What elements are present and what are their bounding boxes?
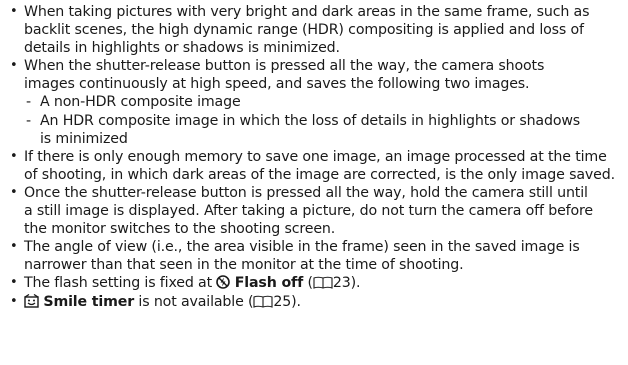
text-line: a still image is displayed. After taking… bbox=[24, 203, 593, 220]
bullet-marker: • bbox=[10, 275, 18, 291]
text-line: the monitor switches to the shooting scr… bbox=[24, 221, 336, 238]
text-line: Once the shutter-release button is press… bbox=[24, 184, 588, 201]
text-line: images continuously at high speed, and s… bbox=[24, 76, 530, 93]
text-segment: ). bbox=[291, 293, 301, 310]
flash-off-label: Flash off bbox=[234, 275, 304, 292]
dash-marker: - bbox=[26, 94, 31, 111]
sub-item-non-hdr: - A non-HDR composite image bbox=[0, 93, 628, 111]
text-line: When taking pictures with very bright an… bbox=[24, 4, 590, 20]
text-line: An HDR composite image in which the loss… bbox=[40, 112, 581, 129]
bullet-item-flash: • The flash setting is fixed at Flash of… bbox=[0, 274, 628, 292]
bullet-item-angle-of-view: • The angle of view (i.e., the area visi… bbox=[0, 238, 628, 274]
document-page: • When taking pictures with very bright … bbox=[0, 0, 628, 365]
bullet-marker: • bbox=[10, 184, 18, 200]
text-line: A non-HDR composite image bbox=[40, 94, 241, 111]
bullet-marker: • bbox=[10, 148, 18, 164]
flash-off-icon bbox=[216, 275, 231, 290]
text-line: of shooting, in which dark areas of the … bbox=[24, 166, 615, 183]
text-line: backlit scenes, the high dynamic range (… bbox=[24, 22, 584, 39]
bullet-marker: • bbox=[10, 4, 18, 19]
bullet-marker: • bbox=[10, 239, 18, 255]
page-reference[interactable]: 25 bbox=[273, 294, 291, 310]
bullet-marker: • bbox=[10, 58, 18, 74]
text-segment: ( bbox=[303, 275, 313, 292]
text-segment: ). bbox=[350, 275, 361, 292]
sub-item-hdr: - An HDR composite image in which the lo… bbox=[0, 112, 628, 130]
book-reference-icon bbox=[313, 276, 333, 290]
dash-marker: - bbox=[26, 112, 31, 129]
bullet-item-hold-still: • Once the shutter-release button is pre… bbox=[0, 184, 628, 238]
text-line: When the shutter-release button is press… bbox=[24, 58, 545, 75]
text-segment: is not available ( bbox=[134, 293, 254, 310]
book-reference-icon bbox=[253, 295, 273, 308]
text-line: The angle of view (i.e., the area visibl… bbox=[24, 239, 580, 256]
bullet-item-hdr-compositing: • When taking pictures with very bright … bbox=[0, 3, 628, 57]
smile-timer-label: Smile timer bbox=[43, 293, 135, 310]
text-line: is minimized bbox=[40, 130, 128, 147]
text-line: narrower than that seen in the monitor a… bbox=[24, 257, 464, 274]
page-reference[interactable]: 23 bbox=[333, 275, 351, 291]
bullet-marker: • bbox=[10, 293, 18, 309]
bullet-item-smile-timer: • Smile timer is not available ( 25). bbox=[0, 293, 628, 311]
bullet-item-memory: • If there is only enough memory to save… bbox=[0, 148, 628, 184]
text-segment: The flash setting is fixed at bbox=[24, 275, 217, 292]
text-line: If there is only enough memory to save o… bbox=[24, 148, 607, 165]
smile-timer-icon bbox=[24, 293, 39, 308]
text-line: details in highlights or shadows is mini… bbox=[24, 40, 340, 57]
bullet-item-continuous-shooting: • When the shutter-release button is pre… bbox=[0, 57, 628, 147]
